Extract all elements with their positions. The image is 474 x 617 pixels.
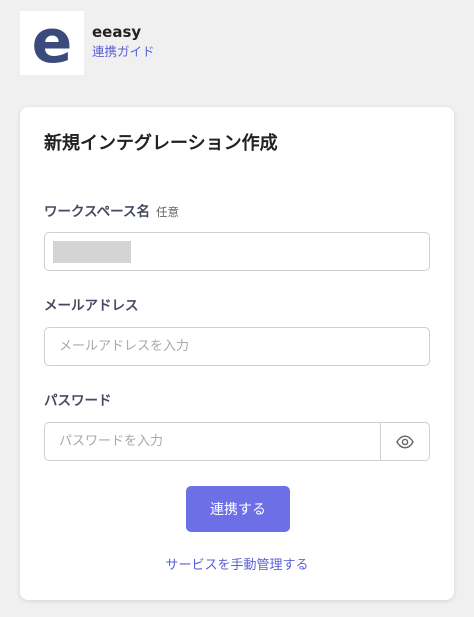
password-label: パスワード bbox=[44, 393, 112, 409]
workspace-name-field[interactable] bbox=[44, 232, 430, 271]
app-logo: e bbox=[20, 11, 84, 75]
page-title: 新規インテグレーション作成 bbox=[44, 133, 278, 154]
optional-badge: 任意 bbox=[155, 205, 179, 219]
manage-services-manually-link[interactable]: サービスを手動管理する bbox=[20, 557, 454, 575]
app-name: eeasy bbox=[92, 23, 142, 41]
workspace-name-label: ワークスペース名 任意 bbox=[44, 203, 179, 221]
workspace-name-label-text: ワークスペース名 bbox=[44, 204, 150, 220]
logo-letter: e bbox=[32, 11, 73, 75]
connect-button[interactable]: 連携する bbox=[186, 486, 290, 532]
integration-guide-link[interactable]: 連携ガイド bbox=[92, 44, 155, 60]
password-input[interactable] bbox=[45, 423, 429, 460]
integration-form-card: 新規インテグレーション作成 ワークスペース名任意 メールアドレス パスワード 連… bbox=[20, 107, 454, 600]
email-field[interactable] bbox=[44, 327, 430, 366]
app-header: e eeasy 連携ガイド bbox=[20, 11, 460, 75]
eye-icon bbox=[396, 434, 414, 449]
email-input[interactable] bbox=[45, 328, 429, 365]
eeasy-logo-icon: e bbox=[32, 11, 73, 75]
email-label: メールアドレス bbox=[44, 298, 139, 314]
redacted-value bbox=[53, 241, 131, 263]
toggle-password-visibility-button[interactable] bbox=[380, 423, 429, 460]
password-field[interactable] bbox=[44, 422, 430, 461]
